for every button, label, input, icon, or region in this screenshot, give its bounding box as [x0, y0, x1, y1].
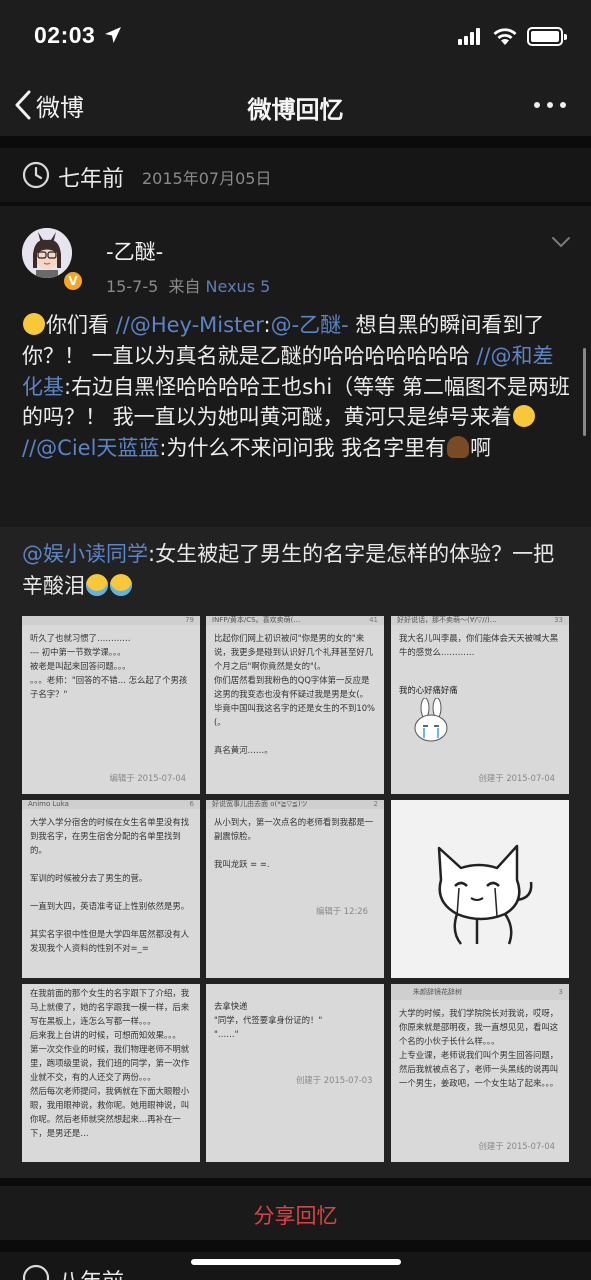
dot-icon — [534, 102, 540, 108]
tears-of-joy-emoji-icon — [86, 574, 108, 596]
image-header: Animo Luka 6 — [22, 800, 200, 809]
image-thumbnail[interactable]: 在我前面的那个女生的名字跟下了介绍，我马上就傻了，她的名字跟我一模一样，后来写在… — [22, 984, 200, 1162]
image-vote-count: 3 — [558, 988, 563, 996]
image-text: 去拿快递 "同学，代签要拿身份证的！" "……" — [214, 1001, 323, 1039]
memory-ago: 七年前 — [58, 167, 125, 192]
tears-of-joy-emoji-icon — [110, 574, 132, 596]
avatar[interactable] — [22, 228, 72, 278]
image-header: 好好说话，那不卖萌～(∀/▽//)… 33 — [391, 616, 569, 625]
image-vote-count: 6 — [189, 800, 194, 808]
image-text: 我大名儿叫李晨，你们能体会天天被喊大黑牛的感觉么………… — [399, 633, 559, 657]
thinking-emoji-icon — [512, 405, 535, 428]
image-thumbnail[interactable]: 79 听久了也就习惯了………… --- 初中第一节数学课。。。 被老是叫起来回答… — [22, 616, 200, 794]
image-thumbnail[interactable]: 朱颜辞镜花辞树 3 大学的时候，我们学院院长对我说，哎呀，你原来就是邵明夜，我一直… — [391, 984, 569, 1162]
crying-cat-drawing-icon — [437, 844, 533, 945]
page-title: 微博回忆 — [247, 96, 344, 124]
location-arrow-icon — [105, 27, 121, 43]
next-memory-date-row: 八年前 — [0, 1252, 591, 1280]
image-footer: 编辑于 2015-07-04 — [109, 773, 186, 783]
weibo-post[interactable]: V -乙醚- 15-7-5 来自 Nexus 5 你们看 //@Hey-Mist… — [0, 206, 591, 1178]
nav-bar: 微博 微博回忆 — [0, 74, 591, 136]
avatar-illustration — [22, 228, 72, 278]
mention-link[interactable]: //@Hey-Mister — [116, 313, 264, 337]
username[interactable]: -乙醚- — [106, 236, 163, 266]
image-vote-count: 79 — [185, 616, 194, 624]
image-footer: 编辑于 12:26 — [316, 906, 368, 916]
dot-icon — [547, 102, 553, 108]
home-indicator[interactable] — [191, 1259, 401, 1265]
wifi-icon — [493, 28, 517, 45]
post-text-segment: :为什么不来问问我 我名字里有 — [159, 436, 447, 461]
image-author: 好好说话，那不卖萌～(∀/▽//)… — [397, 616, 497, 624]
image-author: INFP/黄本/CS。喜欢卖萌(… — [212, 616, 301, 624]
image-thumbnail[interactable]: INFP/黄本/CS。喜欢卖萌(… 41 比起你们网上初识被问"你是男的女的"来说… — [206, 616, 384, 794]
image-footer: 创建于 2015-07-04 — [478, 1141, 555, 1151]
post-text: 你们看 //@Hey-Mister:@-乙醚- 想自黑的瞬间看到了你？！ 一直以… — [22, 310, 574, 464]
clock-icon — [22, 1264, 50, 1280]
image-vote-count: 33 — [554, 616, 563, 624]
chevron-down-icon[interactable] — [551, 236, 571, 248]
poop-emoji-icon — [447, 436, 470, 459]
image-footer: 创建于 2015-07-04 — [478, 773, 555, 783]
post-text-segment: 你们看 — [46, 313, 116, 337]
post-text-segment: :右边自黑怪哈哈哈哈王也shi（等等 第二幅图不是两班的吗？！ 我一直以为她叫黄… — [22, 374, 570, 430]
reposted-content[interactable]: @娱小读同学:女生被起了男生的名字是怎样的体验？一把辛酸泪 79 听久了也就习惯… — [0, 527, 591, 1178]
image-author: 好说宽事儿由去面 o(*≧▽≦)ツ — [212, 800, 308, 808]
status-time: 02:03 — [34, 22, 96, 48]
image-text: 比起你们网上初识被问"你是男的女的"来说，我更多是碰到认识好几个礼拜甚至好几个月… — [214, 633, 375, 755]
image-footer: 创建于 2015-07-03 — [296, 1075, 373, 1085]
mention-link[interactable]: @-乙醚- — [271, 313, 349, 337]
post-source-label: 来自 — [168, 277, 201, 296]
post-text-segment: : — [263, 313, 271, 337]
image-header: 79 — [22, 616, 200, 625]
image-thumbnail[interactable]: Animo Luka 6 大学入学分宿舍的时候在女生名单里没有找到我名字，在男生宿… — [22, 800, 200, 978]
share-bar: 分享回忆 — [0, 1186, 591, 1240]
image-header: 好说宽事儿由去面 o(*≧▽≦)ツ 2 — [206, 800, 384, 809]
image-vote-count: 2 — [373, 800, 378, 808]
image-text: 大学入学分宿舍的时候在女生名单里没有找到我名字，在男生宿舍分配的名单里找到的。 … — [30, 817, 190, 953]
scrollbar[interactable] — [583, 348, 586, 436]
repost-text: @娱小读同学:女生被起了男生的名字是怎样的体验？一把辛酸泪 — [22, 538, 574, 602]
cellular-signal-icon — [458, 28, 480, 45]
image-thumbnail[interactable]: 去拿快递 "同学，代签要拿身份证的！" "……" 创建于 2015-07-03 — [206, 984, 384, 1162]
image-caption: 我的心好痛好痛 — [399, 685, 458, 695]
image-text: 从小到大，第一次点名的老师看到我都是一副震惊脸。 我叫龙跃 = =. — [214, 817, 374, 869]
image-header: INFP/黄本/CS。喜欢卖萌(… 41 — [206, 616, 384, 625]
post-time: 15-7-5 — [106, 277, 159, 296]
share-memory-button[interactable]: 分享回忆 — [0, 1200, 591, 1230]
image-vote-count: 41 — [369, 616, 378, 624]
verified-badge-icon: V — [62, 270, 84, 292]
post-meta: 15-7-5 来自 Nexus 5 — [106, 273, 270, 297]
image-author: Animo Luka — [28, 800, 69, 808]
thinking-emoji-icon — [23, 313, 45, 335]
image-text: 在我前面的那个女生的名字跟下了介绍，我马上就傻了，她的名字跟我一模一样，后来写在… — [30, 988, 190, 1138]
image-thumbnail[interactable]: 好说宽事儿由去面 o(*≧▽≦)ツ 2 从小到大，第一次点名的老师看到我都是一副震… — [206, 800, 384, 978]
clock-icon — [22, 161, 50, 189]
image-thumbnail[interactable]: 好好说话，那不卖萌～(∀/▽//)… 33 我大名儿叫李晨，你们能体会天天被喊大黑… — [391, 616, 569, 794]
dot-icon — [560, 102, 566, 108]
image-text: 大学的时候，我们学院院长对我说，哎呀，你原来就是邵明夜，我一直想见见，看叫这个名… — [399, 1008, 559, 1088]
status-bar: 02:03 — [0, 0, 591, 74]
memory-date: 2015年07月05日 — [142, 169, 272, 188]
next-memory-ago: 八年前 — [58, 1264, 124, 1280]
image-thumbnail[interactable] — [391, 800, 569, 978]
battery-icon — [527, 27, 567, 46]
image-header: 朱颜辞镜花辞树 3 — [391, 984, 569, 1000]
post-device[interactable]: Nexus 5 — [206, 277, 271, 296]
memory-date-row: 七年前 2015年07月05日 — [0, 148, 591, 202]
image-text: 听久了也就习惯了………… --- 初中第一节数学课。。。 被老是叫起来回答问题。… — [30, 633, 188, 699]
crying-rabbit-sticker-icon — [414, 698, 448, 742]
mention-link[interactable]: @娱小读同学 — [22, 542, 148, 566]
more-options-button[interactable] — [534, 102, 566, 108]
post-text-segment: 啊 — [470, 436, 492, 461]
image-author: 朱颜辞镜花辞树 — [413, 988, 462, 996]
mention-link[interactable]: //@Ciel天蓝蓝 — [22, 436, 159, 460]
